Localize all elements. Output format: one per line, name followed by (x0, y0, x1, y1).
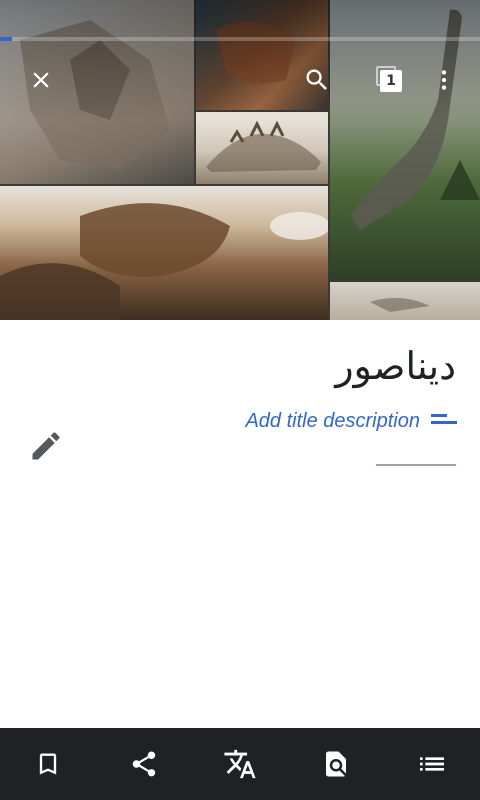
table-of-contents-button[interactable] (408, 740, 456, 788)
change-language-button[interactable] (216, 740, 264, 788)
fossil-display-photo (330, 282, 480, 320)
close-button[interactable] (17, 56, 65, 104)
tyrannosaurus-skull-photo (0, 186, 328, 320)
close-icon (33, 72, 49, 88)
contents-list-icon (420, 757, 444, 771)
stegosaurus-skeleton-photo (196, 112, 328, 184)
find-in-page-icon (326, 751, 346, 777)
bookmark-icon (39, 753, 57, 775)
description-lines-icon (431, 414, 457, 428)
progress-fill (0, 37, 12, 41)
search-icon (306, 69, 327, 90)
pencil-icon (32, 432, 60, 460)
tabs-button[interactable]: 1 (366, 56, 414, 104)
page-load-progress (0, 37, 480, 41)
share-icon (132, 751, 156, 777)
overflow-menu-button[interactable] (420, 56, 468, 104)
add-title-description-link[interactable]: Add title description (245, 408, 420, 434)
edit-button[interactable] (22, 422, 70, 470)
tab-count-badge: 1 (380, 70, 402, 92)
more-vert-icon (441, 70, 447, 90)
header-divider (376, 464, 456, 466)
page-title: دیناصور (335, 344, 456, 388)
find-in-page-button[interactable] (312, 740, 360, 788)
page-actions-bar (0, 728, 480, 800)
search-button[interactable] (293, 56, 341, 104)
translate-icon (224, 749, 256, 779)
save-bookmark-button[interactable] (24, 740, 72, 788)
share-button[interactable] (120, 740, 168, 788)
lead-image-collage[interactable]: 1 (0, 0, 480, 320)
